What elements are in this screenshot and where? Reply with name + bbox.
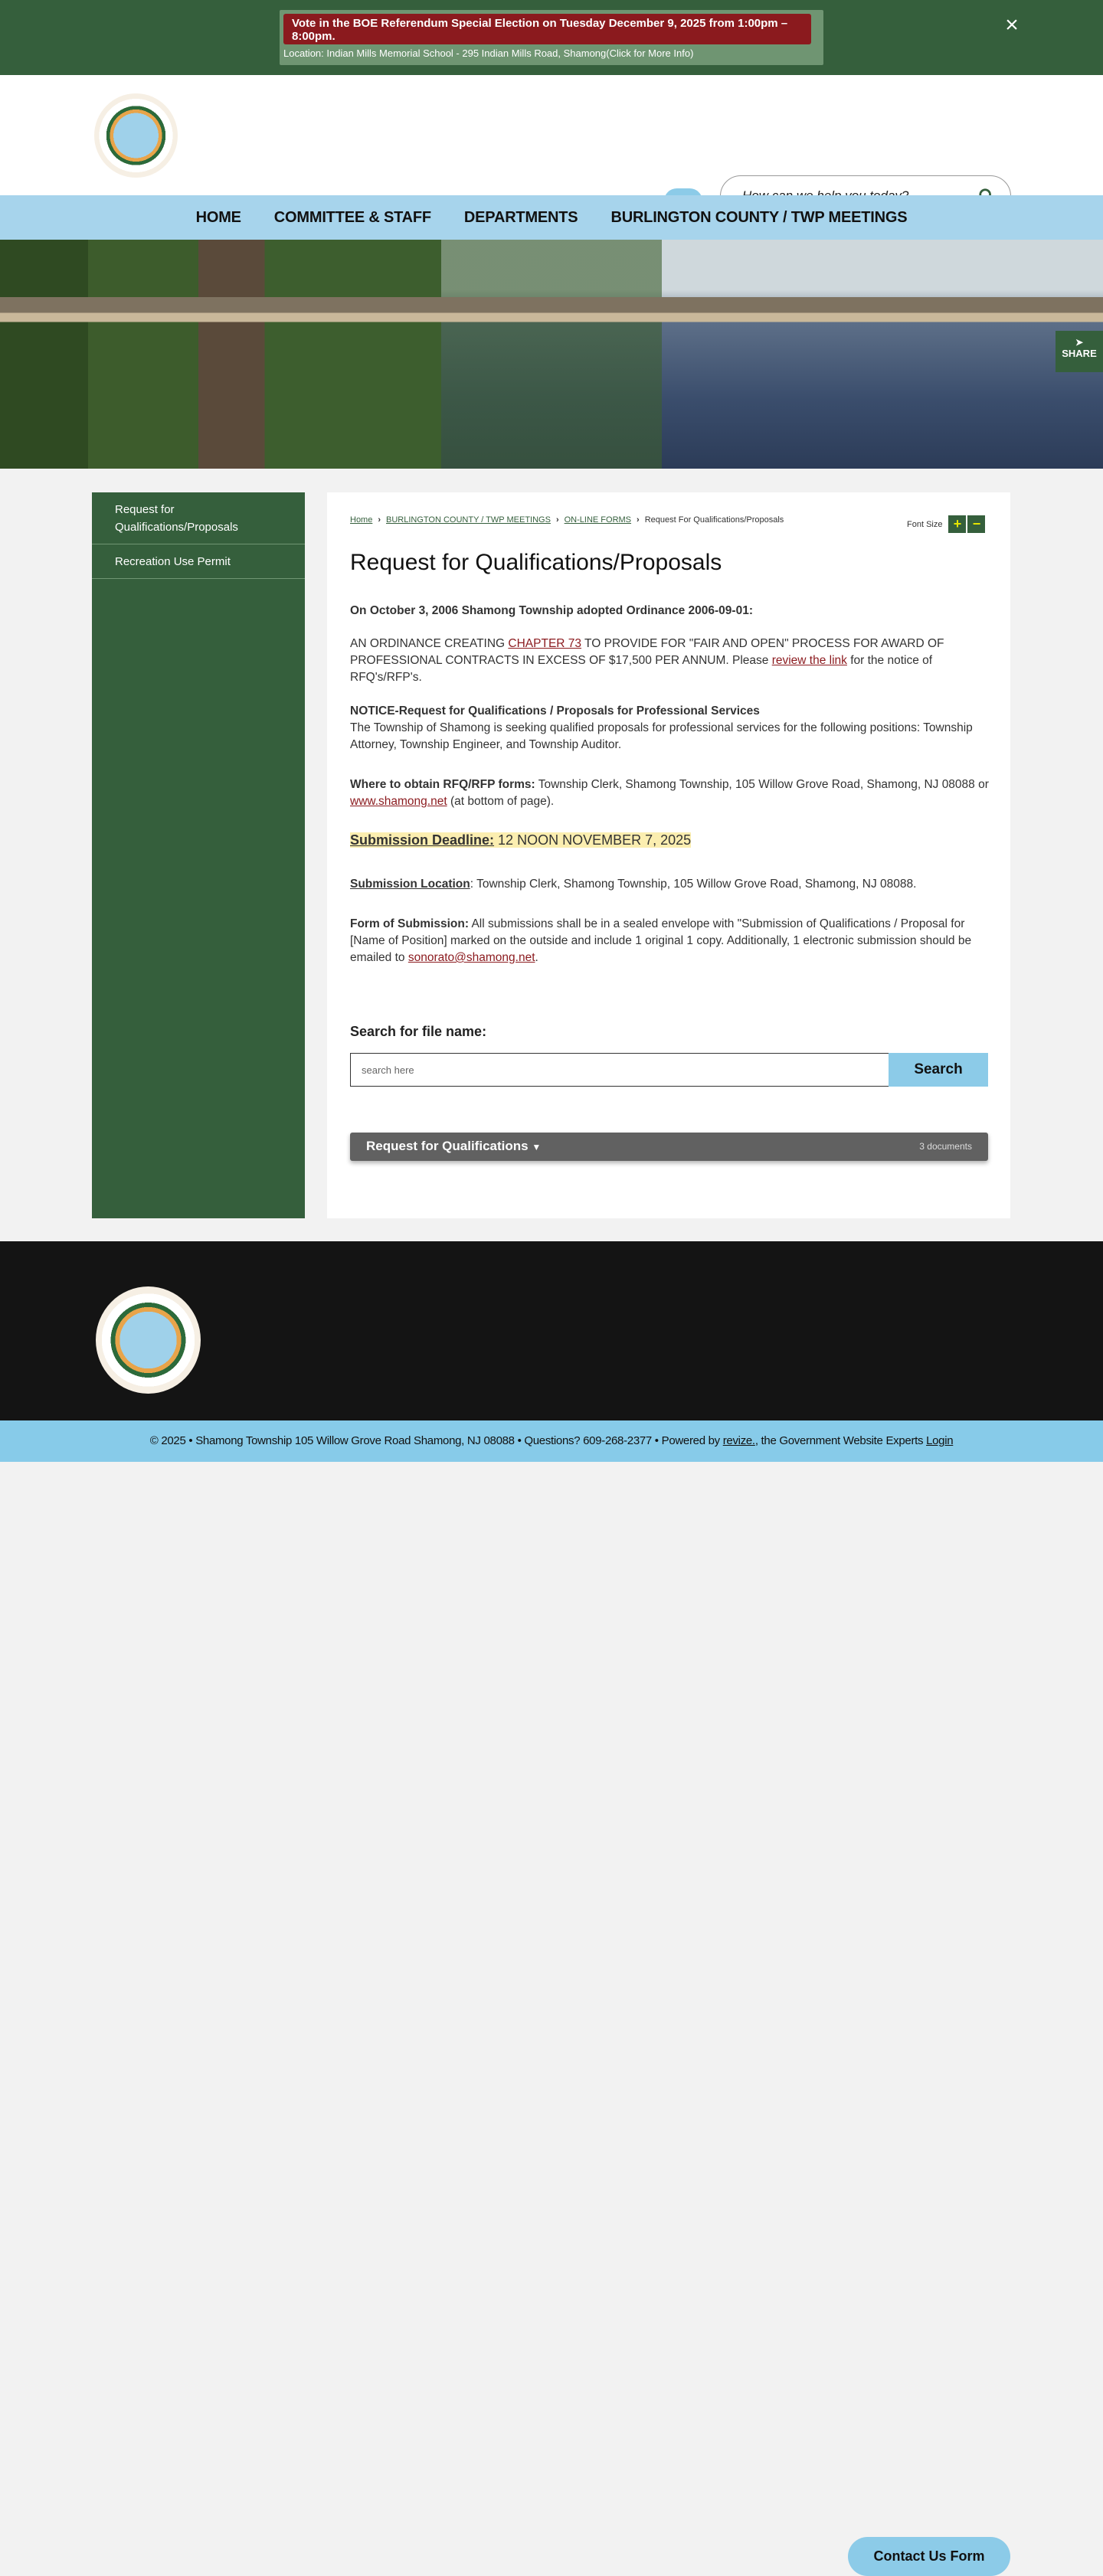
font-decrease-button[interactable]: −: [967, 515, 986, 533]
contact-us-button[interactable]: Contact Us Form: [848, 2537, 1010, 2576]
breadcrumb-current: Request For Qualifications/Proposals: [644, 515, 784, 525]
where-label: Where to obtain RFQ/RFP forms:: [350, 778, 535, 791]
alert-subtitle[interactable]: Location: Indian Mills Memorial School -…: [283, 47, 693, 59]
copyright-text: © 2025 • Shamong Township 105 Willow Gro…: [149, 1434, 723, 1447]
deadline-value: 12 NOON NOVEMBER 7, 2025: [494, 832, 692, 848]
email-link[interactable]: sonorato@shamong.net: [408, 951, 535, 964]
alert-box[interactable]: Vote in the BOE Referendum Special Elect…: [280, 10, 823, 65]
text: AN ORDINANCE CREATING: [350, 637, 509, 650]
accordion-title: Request for Qualifications ▼: [366, 1139, 541, 1154]
hero-image: [0, 240, 1103, 469]
form-label: Form of Submission:: [350, 917, 469, 930]
breadcrumb-home[interactable]: Home: [350, 515, 372, 525]
footer-seal-logo: [96, 1286, 201, 1394]
tagline: , the Government Website Experts: [754, 1434, 927, 1447]
share-label: SHARE: [1062, 348, 1097, 359]
breadcrumb: Home › BURLINGTON COUNTY / TWP MEETINGS › ON…: [350, 515, 784, 525]
text: Township Clerk, Shamong Township, 105 Wi…: [535, 778, 989, 791]
share-button[interactable]: ➤ SHARE: [1056, 331, 1103, 372]
nav-committee-staff[interactable]: COMMITTEE & STAFF: [274, 209, 431, 227]
nav-departments[interactable]: DEPARTMENTS: [464, 209, 578, 227]
intro-text: On October 3, 2006 Shamong Township adop…: [350, 604, 753, 617]
sidebar-item-rfq[interactable]: Request for Qualifications/Proposals: [92, 492, 305, 544]
font-size-control: Font Size + −: [907, 515, 986, 533]
text: (at bottom of page).: [447, 795, 555, 808]
breadcrumb-meetings[interactable]: BURLINGTON COUNTY / TWP MEETINGS: [386, 515, 551, 525]
revize-link[interactable]: revize.: [723, 1434, 755, 1447]
deadline-highlight: Submission Deadline: 12 NOON NOVEMBER 7,…: [350, 832, 692, 848]
location-paragraph: Submission Location: Township Clerk, Sha…: [350, 876, 990, 893]
font-increase-button[interactable]: +: [948, 515, 967, 533]
font-size-label: Font Size: [907, 519, 943, 529]
chapter-73-link[interactable]: CHAPTER 73: [508, 637, 581, 650]
review-link[interactable]: review the link: [772, 654, 847, 667]
file-search-input[interactable]: [350, 1053, 889, 1087]
caret-down-icon: ▼: [532, 1142, 542, 1152]
copyright-bar: © 2025 • Shamong Township 105 Willow Gro…: [0, 1420, 1103, 1462]
breadcrumb-forms[interactable]: ON-LINE FORMS: [565, 515, 631, 525]
deadline-label: Submission Deadline:: [350, 832, 495, 848]
file-search-button[interactable]: Search: [889, 1053, 988, 1087]
sidebar-item-recreation-permit[interactable]: Recreation Use Permit: [92, 544, 305, 579]
sidebar: Request for Qualifications/Proposals Rec…: [92, 492, 305, 1218]
shamong-website-link[interactable]: www.shamong.net: [350, 795, 447, 808]
text: .: [535, 951, 538, 964]
alert-bar: Vote in the BOE Referendum Special Elect…: [0, 0, 1103, 75]
location-label: Submission Location: [350, 878, 470, 891]
text: : Township Clerk, Shamong Township, 105 …: [470, 878, 917, 891]
main-nav: HOME COMMITTEE & STAFF DEPARTMENTS BURLI…: [0, 195, 1103, 240]
login-link[interactable]: Login: [926, 1434, 954, 1447]
form-paragraph: Form of Submission: All submissions shal…: [350, 916, 990, 966]
document-count: 3 documents: [919, 1141, 972, 1152]
share-icon: ➤: [1075, 337, 1084, 348]
nav-county-meetings[interactable]: BURLINGTON COUNTY / TWP MEETINGS: [610, 209, 907, 227]
township-seal-logo[interactable]: [94, 93, 178, 178]
where-paragraph: Where to obtain RFQ/RFP forms: Township …: [350, 776, 990, 810]
page-title: Request for Qualifications/Proposals: [350, 550, 722, 575]
notice-text: The Township of Shamong is seeking quali…: [350, 721, 973, 751]
accordion-title-text: Request for Qualifications: [366, 1139, 529, 1153]
deadline-paragraph: Submission Deadline: 12 NOON NOVEMBER 7,…: [350, 832, 990, 850]
notice-paragraph: NOTICE-Request for Qualifications / Prop…: [350, 703, 990, 754]
file-search-label: Search for file name:: [350, 1024, 487, 1039]
close-icon[interactable]: ×: [1000, 14, 1023, 37]
header: EN ⌄: [0, 75, 1103, 217]
documents-accordion[interactable]: Request for Qualifications ▼ 3 documents: [350, 1133, 988, 1161]
ordinance-paragraph: AN ORDINANCE CREATING CHAPTER 73 TO PROV…: [350, 636, 990, 686]
footer: Contact Us Form: [0, 1241, 1103, 2576]
nav-home[interactable]: HOME: [196, 209, 241, 227]
alert-title[interactable]: Vote in the BOE Referendum Special Elect…: [283, 14, 811, 44]
main-content: Home › BURLINGTON COUNTY / TWP MEETINGS › ON…: [327, 492, 1010, 1218]
notice-title: NOTICE-Request for Qualifications / Prop…: [350, 704, 760, 718]
